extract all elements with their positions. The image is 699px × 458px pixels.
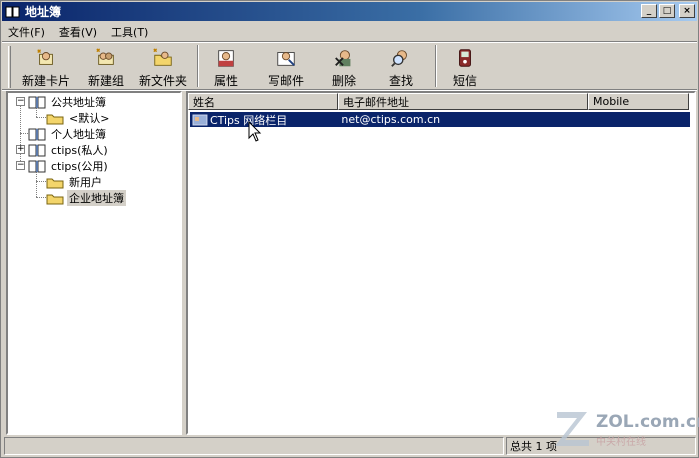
tree-line	[36, 197, 46, 198]
new-card-button[interactable]: 新建卡片	[18, 45, 74, 89]
folder-tree[interactable]: − 公共地址簿 <默认> 个人地址簿 + ctips(私人) − ctips(公…	[6, 91, 182, 435]
new-group-button[interactable]: 新建组	[81, 45, 131, 89]
folder-icon	[46, 178, 64, 188]
column-mobile[interactable]: Mobile	[588, 93, 689, 110]
toolbar-separator	[197, 45, 199, 87]
write-mail-button[interactable]: 写邮件	[262, 45, 310, 89]
tree-item-ctips-private[interactable]: ctips(私人)	[28, 142, 110, 158]
maximize-button[interactable]: □	[659, 4, 675, 18]
contact-name: CTips 网络栏目	[209, 113, 288, 127]
folder-icon	[46, 114, 64, 124]
find-icon	[391, 50, 407, 67]
address-book-icon	[5, 5, 21, 19]
address-book-window: 地址簿 _ □ × 文件(F) 查看(V) 工具(T) 新建卡片 新建组 新文件…	[0, 0, 699, 458]
tree-item-ctips-public[interactable]: ctips(公用)	[28, 158, 110, 174]
book-icon	[28, 144, 46, 156]
menu-view[interactable]: 查看(V)	[59, 24, 97, 40]
toolbar-separator-2	[435, 45, 437, 87]
zol-logo-icon	[555, 412, 589, 446]
column-email[interactable]: 电子邮件地址	[338, 93, 588, 110]
new-card-icon	[37, 49, 53, 65]
expand-ctips-private[interactable]: +	[16, 145, 25, 154]
watermark-subtext: 中关村在线	[596, 437, 646, 448]
sms-icon	[459, 49, 471, 67]
delete-icon	[335, 50, 351, 67]
book-icon	[28, 128, 46, 140]
menu-file[interactable]: 文件(F)	[8, 24, 45, 40]
title-bar[interactable]: 地址簿 _ □ ×	[2, 2, 697, 21]
book-icon	[28, 160, 46, 172]
status-main	[4, 437, 504, 455]
menu-bar: 文件(F) 查看(V) 工具(T)	[2, 22, 697, 41]
folder-icon	[46, 194, 64, 204]
close-button[interactable]: ×	[679, 4, 695, 18]
new-folder-button[interactable]: 新文件夹	[135, 45, 191, 89]
new-group-icon	[96, 48, 114, 65]
tree-line	[20, 103, 21, 165]
delete-button[interactable]: 删除	[326, 45, 362, 89]
write-mail-icon	[277, 52, 295, 66]
list-header: 姓名 电子邮件地址 Mobile	[188, 93, 694, 110]
tree-item-personal-book[interactable]: 个人地址簿	[28, 126, 108, 142]
minimize-button[interactable]: _	[641, 4, 657, 18]
toolbar: 新建卡片 新建组 新文件夹 属性 写邮件 删除 查找 短信	[4, 43, 697, 90]
tree-item-public-book[interactable]: 公共地址簿	[28, 94, 108, 110]
toolbar-grip[interactable]	[8, 46, 11, 88]
find-button[interactable]: 查找	[383, 45, 419, 89]
contact-email: net@ctips.com.cn	[341, 113, 441, 126]
properties-button[interactable]: 属性	[206, 45, 246, 89]
window-title: 地址簿	[25, 5, 62, 19]
tree-line	[36, 181, 46, 182]
book-icon	[28, 96, 46, 108]
sms-button[interactable]: 短信	[447, 45, 483, 89]
mouse-cursor-icon	[248, 121, 262, 142]
properties-icon	[218, 50, 234, 67]
tree-item-new-user[interactable]: 新用户	[46, 174, 104, 190]
tree-line	[36, 117, 46, 118]
contact-list[interactable]: 姓名 电子邮件地址 Mobile CTips 网络栏目 net@ctips.co…	[186, 91, 696, 435]
tree-item-default[interactable]: <默认>	[46, 110, 111, 126]
table-row[interactable]: CTips 网络栏目 net@ctips.com.cn	[190, 112, 690, 127]
new-folder-icon	[153, 48, 172, 66]
contact-card-icon	[192, 114, 208, 125]
collapse-public-book[interactable]: −	[16, 97, 25, 106]
column-name[interactable]: 姓名	[188, 93, 338, 110]
tree-item-enterprise-book[interactable]: 企业地址簿	[46, 190, 126, 206]
zol-watermark: ZOL.com.cn 中关村在线	[541, 406, 699, 450]
collapse-ctips-public[interactable]: −	[16, 161, 25, 170]
watermark-text: ZOL.com.cn	[596, 412, 699, 432]
menu-tools[interactable]: 工具(T)	[111, 24, 148, 40]
